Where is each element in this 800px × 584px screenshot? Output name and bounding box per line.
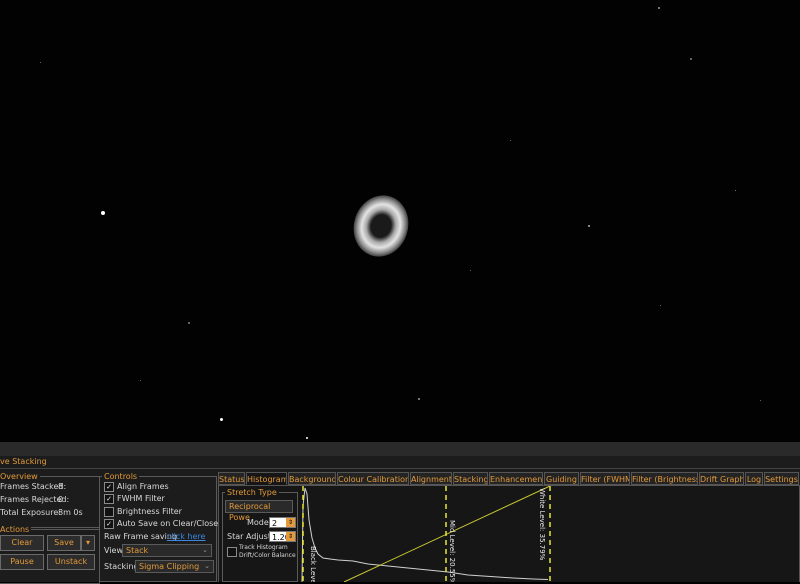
white-level-label: White Level: 35.79% — [538, 488, 546, 561]
unstack-button[interactable]: Unstack — [47, 554, 95, 570]
chevron-down-icon: ⌄ — [204, 562, 210, 570]
star — [101, 211, 105, 215]
track-histogram-checkbox[interactable] — [227, 547, 237, 557]
pause-button[interactable]: Pause — [0, 554, 44, 570]
mode-stepper[interactable]: 2 ⇕ — [269, 517, 296, 528]
histogram-plot[interactable]: Black Level .00% Mid Level: 20.55% White… — [298, 486, 800, 582]
star — [40, 62, 41, 63]
track-histogram-label-2: Drift/Color Balance — [239, 552, 296, 559]
track-histogram-label-1: Track Histogram — [239, 544, 288, 551]
black-level-label: Black Level .00% — [309, 546, 317, 582]
star — [588, 225, 590, 227]
stacking-label: Stacking — [104, 562, 139, 571]
stacking-select-value: Sigma Clipping — [139, 562, 200, 571]
tab-drift-graph[interactable]: Drift Graph — [699, 472, 744, 485]
tab-status[interactable]: Status — [218, 472, 245, 485]
total-exposure-label: Total Exposure: — [0, 508, 61, 517]
stretch-type-label: Stretch Type — [225, 488, 279, 497]
tab-background[interactable]: Background — [288, 472, 336, 485]
tab-filter-fwhm[interactable]: Filter (FWHM) — [580, 472, 630, 485]
brightness-filter-label: Brightness Filter — [117, 507, 182, 516]
panel-title: ve Stacking — [0, 457, 47, 466]
tab-alignment[interactable]: Alignment — [410, 472, 452, 485]
save-button[interactable]: Save — [47, 535, 81, 551]
star — [510, 140, 511, 141]
total-exposure-value: 8m 0s — [58, 508, 83, 517]
star — [188, 322, 190, 324]
tab-filter-brightness[interactable]: Filter (Brightness) — [631, 472, 698, 485]
fwhm-filter-label: FWHM Filter — [117, 494, 165, 503]
tab-stacking[interactable]: Stacking — [453, 472, 488, 485]
view-select[interactable]: Stack ⌄ — [122, 544, 212, 557]
tab-colour-calibration[interactable]: Colour Calibration — [337, 472, 409, 485]
chevron-down-icon: ⌄ — [202, 546, 208, 554]
star — [418, 398, 420, 400]
star — [735, 190, 736, 191]
frames-rejected-value: 0 — [58, 495, 64, 504]
frames-stacked-label: Frames Stacked: — [0, 482, 67, 491]
star — [690, 58, 692, 60]
fwhm-filter-checkbox[interactable]: ✓ — [104, 494, 114, 504]
align-frames-checkbox[interactable]: ✓ — [104, 482, 114, 492]
histogram-curve — [301, 487, 549, 582]
tab-bar: Status Histogram Background Colour Calibrat… — [218, 472, 800, 486]
tab-log[interactable]: Log — [745, 472, 763, 485]
star — [660, 305, 661, 306]
stretch-line — [343, 486, 551, 582]
mode-label: Mode — [247, 518, 269, 527]
image-viewer[interactable] — [0, 0, 800, 442]
view-label: View — [104, 546, 123, 555]
frames-stacked-value: 8 — [58, 482, 64, 491]
star-adjust-stepper[interactable]: 1.20 ⇕ — [269, 531, 296, 542]
actions-label: Actions — [0, 525, 32, 534]
auto-save-label: Auto Save on Clear/Close — [117, 519, 219, 528]
star — [140, 380, 141, 381]
nebula-image — [345, 188, 417, 264]
spinner-arrows-icon[interactable]: ⇕ — [286, 532, 295, 541]
raw-frame-link[interactable]: click here — [167, 532, 205, 542]
panel-splitter[interactable] — [0, 442, 800, 456]
align-frames-label: Align Frames — [117, 482, 169, 491]
stacking-select[interactable]: Sigma Clipping ⌄ — [135, 560, 214, 573]
auto-save-checkbox[interactable]: ✓ — [104, 519, 114, 529]
spinner-arrows-icon[interactable]: ⇕ — [286, 518, 295, 527]
clear-button[interactable]: Clear — [0, 535, 44, 551]
mode-value: 2 — [272, 519, 278, 528]
brightness-filter-checkbox[interactable] — [104, 507, 114, 517]
star — [760, 400, 761, 401]
tab-settings[interactable]: Settings — [764, 472, 799, 485]
star-adjust-label: Star Adjust — [227, 532, 271, 541]
overview-label: Overview — [0, 472, 40, 481]
tab-enhancement[interactable]: Enhancement — [489, 472, 543, 485]
save-dropdown-button[interactable]: ▾ — [81, 535, 95, 551]
controls-label: Controls — [102, 472, 140, 481]
stretch-type-select[interactable]: Reciprocal Powe — [225, 500, 293, 522]
mid-level-label: Mid Level: 20.55% — [448, 520, 456, 582]
tab-histogram[interactable]: Histogram — [246, 472, 287, 485]
star — [470, 270, 471, 271]
star — [220, 418, 223, 421]
panel-rule — [0, 468, 800, 469]
tab-guiding[interactable]: Guiding — [544, 472, 579, 485]
view-select-value: Stack — [126, 546, 149, 555]
star — [306, 437, 308, 439]
star — [658, 7, 660, 9]
